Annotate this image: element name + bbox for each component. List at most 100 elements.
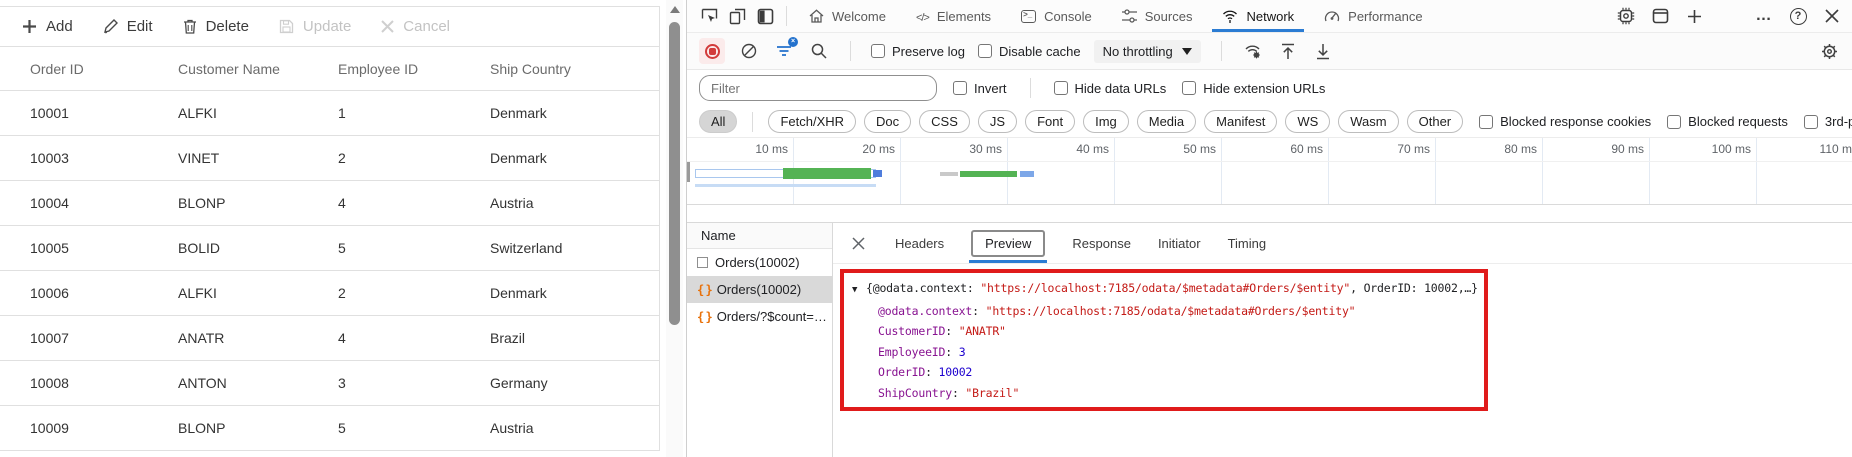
add-button-label: Add <box>46 18 73 35</box>
clear-network-log-icon[interactable] <box>738 40 760 62</box>
save-icon <box>279 19 294 34</box>
tab-performance[interactable]: Performance <box>1309 0 1437 32</box>
cell-ship-country: Denmark <box>490 105 659 121</box>
column-header-customer-name[interactable]: Customer Name <box>178 61 338 77</box>
question-mark-icon <box>1790 8 1807 25</box>
record-network-log-button[interactable] <box>699 38 725 64</box>
cell-order-id: 10005 <box>0 240 178 256</box>
details-tab-response[interactable]: Response <box>1072 223 1131 263</box>
table-row[interactable]: 10009 BLONP 5 Austria <box>0 406 659 451</box>
inspect-element-icon[interactable] <box>695 3 723 29</box>
column-header-order-id[interactable]: Order ID <box>0 61 178 77</box>
checkbox-icon <box>871 44 885 58</box>
add-button[interactable]: Add <box>22 18 73 35</box>
details-tab-initiator[interactable]: Initiator <box>1158 223 1201 263</box>
dock-layout-icon[interactable] <box>1646 3 1674 29</box>
disable-cache-checkbox[interactable]: Disable cache <box>978 44 1081 59</box>
blocked-requests-checkbox[interactable]: Blocked requests <box>1667 114 1788 129</box>
blocked-response-cookies-checkbox[interactable]: Blocked response cookies <box>1479 114 1651 129</box>
microchip-icon[interactable] <box>1612 3 1640 29</box>
request-list-name-header[interactable]: Name <box>687 223 832 249</box>
page-scrollbar[interactable] <box>666 0 683 457</box>
timeline-drag-handle[interactable] <box>687 162 690 182</box>
details-tab-preview[interactable]: Preview <box>971 223 1045 263</box>
activity-bar-panel-icon[interactable] <box>751 3 779 29</box>
type-filter-img[interactable]: Img <box>1083 110 1129 133</box>
help-icon[interactable] <box>1784 3 1812 29</box>
request-row-selected[interactable]: Orders(10002) <box>687 276 832 303</box>
more-options-icon[interactable] <box>1750 3 1778 29</box>
cell-order-id: 10007 <box>0 330 178 346</box>
gauge-icon <box>1324 9 1340 23</box>
type-filter-wasm[interactable]: Wasm <box>1338 110 1398 133</box>
tab-network[interactable]: Network <box>1207 0 1309 32</box>
waterfall-bar-green <box>960 171 1017 177</box>
filter-input[interactable] <box>699 75 937 101</box>
tab-elements[interactable]: Elements <box>901 0 1006 32</box>
device-toolbar-icon[interactable] <box>723 3 751 29</box>
type-filter-ws[interactable]: WS <box>1285 110 1330 133</box>
table-row[interactable]: 10006 ALFKI 2 Denmark <box>0 271 659 316</box>
type-filter-manifest[interactable]: Manifest <box>1204 110 1277 133</box>
type-filter-font[interactable]: Font <box>1025 110 1075 133</box>
collapse-triangle-icon[interactable] <box>852 280 866 301</box>
type-filter-other[interactable]: Other <box>1407 110 1464 133</box>
third-party-requests-checkbox[interactable]: 3rd-party requests <box>1804 114 1852 129</box>
close-details-icon[interactable] <box>848 233 868 253</box>
network-overview-timeline[interactable]: 10 ms 20 ms 30 ms 40 ms 50 ms 60 ms 70 m… <box>687 137 1852 205</box>
type-filter-doc[interactable]: Doc <box>864 110 911 133</box>
type-filter-all[interactable]: All <box>699 110 737 133</box>
invert-checkbox[interactable]: Invert <box>953 81 1007 96</box>
table-row[interactable]: 10008 ANTON 3 Germany <box>0 361 659 406</box>
tab-console[interactable]: Console <box>1006 0 1107 32</box>
checkbox-icon <box>1804 115 1818 129</box>
cell-ship-country: Switzerland <box>490 240 659 256</box>
request-row[interactable]: Orders/?$count=… <box>687 303 832 330</box>
network-settings-gear-icon[interactable] <box>1818 40 1840 62</box>
table-row[interactable]: 10005 BOLID 5 Switzerland <box>0 226 659 271</box>
table-row[interactable]: 10007 ANATR 4 Brazil <box>0 316 659 361</box>
chevron-down-icon <box>1182 48 1192 55</box>
search-icon[interactable] <box>808 40 830 62</box>
edit-button[interactable]: Edit <box>103 18 153 35</box>
update-button[interactable]: Update <box>279 18 351 35</box>
network-lower-split: Name Orders(10002) Orders(10002) Orders/… <box>687 222 1852 457</box>
scroll-up-arrow-icon[interactable] <box>670 6 680 13</box>
hide-data-urls-checkbox[interactable]: Hide data URLs <box>1054 81 1167 96</box>
json-property: OrderID10002 <box>852 362 1476 383</box>
throttling-dropdown[interactable]: No throttling <box>1094 40 1201 63</box>
type-filter-fetch-xhr[interactable]: Fetch/XHR <box>768 110 856 133</box>
column-header-ship-country[interactable]: Ship Country <box>490 61 659 77</box>
orders-grid-pane: Add Edit Delete <box>0 0 662 457</box>
details-tab-timing[interactable]: Timing <box>1228 223 1267 263</box>
network-conditions-icon[interactable] <box>1242 40 1264 62</box>
checkbox-label: Blocked requests <box>1688 114 1788 129</box>
table-row[interactable]: 10003 VINET 2 Denmark <box>0 136 659 181</box>
table-row[interactable]: 10004 BLONP 4 Austria <box>0 181 659 226</box>
cell-order-id: 10008 <box>0 375 178 391</box>
table-row[interactable]: 10001 ALFKI 1 Denmark <box>0 91 659 136</box>
preserve-log-checkbox[interactable]: Preserve log <box>871 44 965 59</box>
json-summary-line[interactable]: {@odata.context: "https://localhost:7185… <box>852 278 1476 301</box>
delete-button[interactable]: Delete <box>183 18 249 35</box>
hide-extension-urls-checkbox[interactable]: Hide extension URLs <box>1182 81 1325 96</box>
checkbox-label: Hide data URLs <box>1075 81 1167 96</box>
scrollbar-thumb[interactable] <box>669 22 680 325</box>
export-har-icon[interactable] <box>1312 40 1334 62</box>
cell-employee-id: 5 <box>338 420 490 436</box>
filter-icon[interactable] <box>773 40 795 62</box>
type-filter-js[interactable]: JS <box>978 110 1017 133</box>
column-header-employee-id[interactable]: Employee ID <box>338 61 490 77</box>
cancel-button[interactable]: Cancel <box>381 18 450 35</box>
details-tab-headers[interactable]: Headers <box>895 223 944 263</box>
tab-welcome[interactable]: Welcome <box>794 0 901 32</box>
cell-customer-name: BOLID <box>178 240 338 256</box>
checkbox-icon <box>1182 81 1196 95</box>
type-filter-css[interactable]: CSS <box>919 110 970 133</box>
close-devtools-icon[interactable] <box>1818 3 1846 29</box>
tab-sources[interactable]: Sources <box>1107 0 1208 32</box>
import-har-icon[interactable] <box>1277 40 1299 62</box>
request-row[interactable]: Orders(10002) <box>687 249 832 276</box>
type-filter-media[interactable]: Media <box>1137 110 1196 133</box>
more-tools-plus-icon[interactable] <box>1680 3 1708 29</box>
